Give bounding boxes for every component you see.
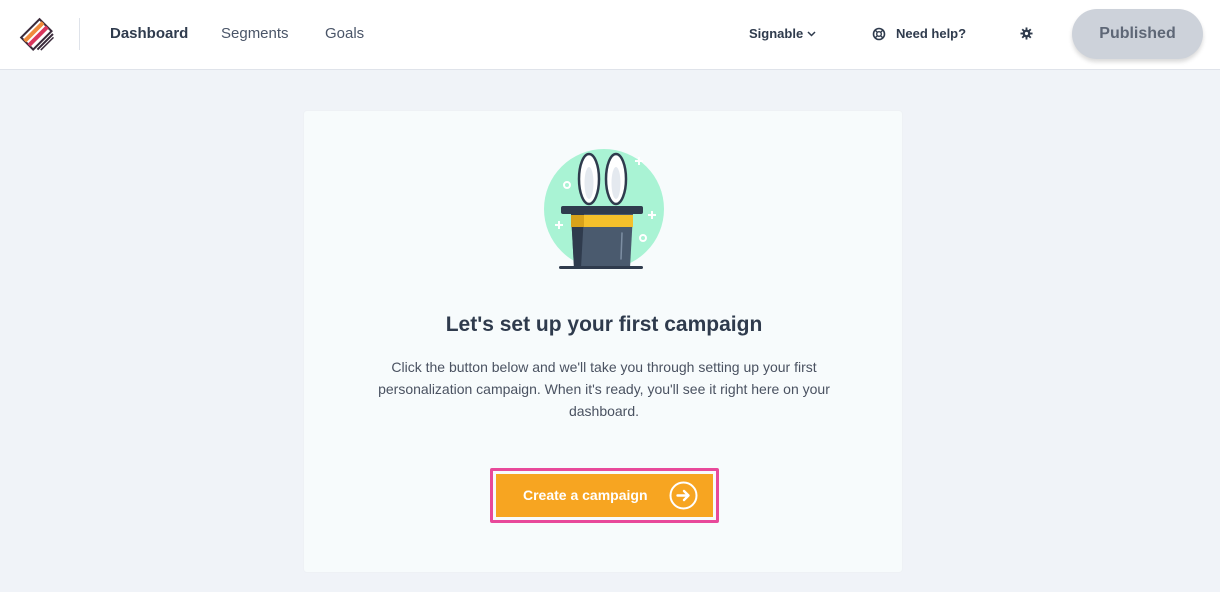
- account-label: Signable: [749, 26, 804, 41]
- nav-segments[interactable]: Segments: [221, 24, 289, 44]
- nav-dashboard[interactable]: Dashboard: [110, 24, 188, 44]
- top-navigation-bar: Dashboard Segments Goals Signable Need h…: [0, 0, 1220, 70]
- nav-goals[interactable]: Goals: [325, 24, 364, 44]
- help-link[interactable]: Need help?: [872, 25, 966, 43]
- empty-state-card: Let's set up your first campaign Click t…: [303, 110, 903, 573]
- description-line: personalization campaign. When it's read…: [378, 381, 830, 397]
- published-button[interactable]: Published: [1072, 9, 1203, 59]
- logo-divider: [79, 18, 80, 50]
- create-campaign-label: Create a campaign: [523, 487, 648, 503]
- gear-icon[interactable]: [1020, 27, 1033, 40]
- account-switcher[interactable]: Signable: [749, 25, 816, 43]
- empty-state-title: Let's set up your first campaign: [445, 313, 763, 336]
- magic-hat-rabbit-icon: [544, 149, 664, 269]
- empty-state-description: Click the button below and we'll take yo…: [366, 356, 842, 422]
- lifebuoy-icon: [872, 27, 886, 41]
- description-line: Click the button below and we'll take yo…: [391, 359, 817, 375]
- create-campaign-button[interactable]: Create a campaign: [496, 474, 713, 517]
- logo-icon[interactable]: [17, 15, 55, 53]
- chevron-down-icon: [807, 31, 816, 37]
- cta-highlight-outline: Create a campaign: [490, 468, 719, 523]
- description-line: dashboard.: [568, 403, 640, 419]
- arrow-right-circle-icon: [669, 481, 698, 510]
- help-label: Need help?: [896, 26, 967, 41]
